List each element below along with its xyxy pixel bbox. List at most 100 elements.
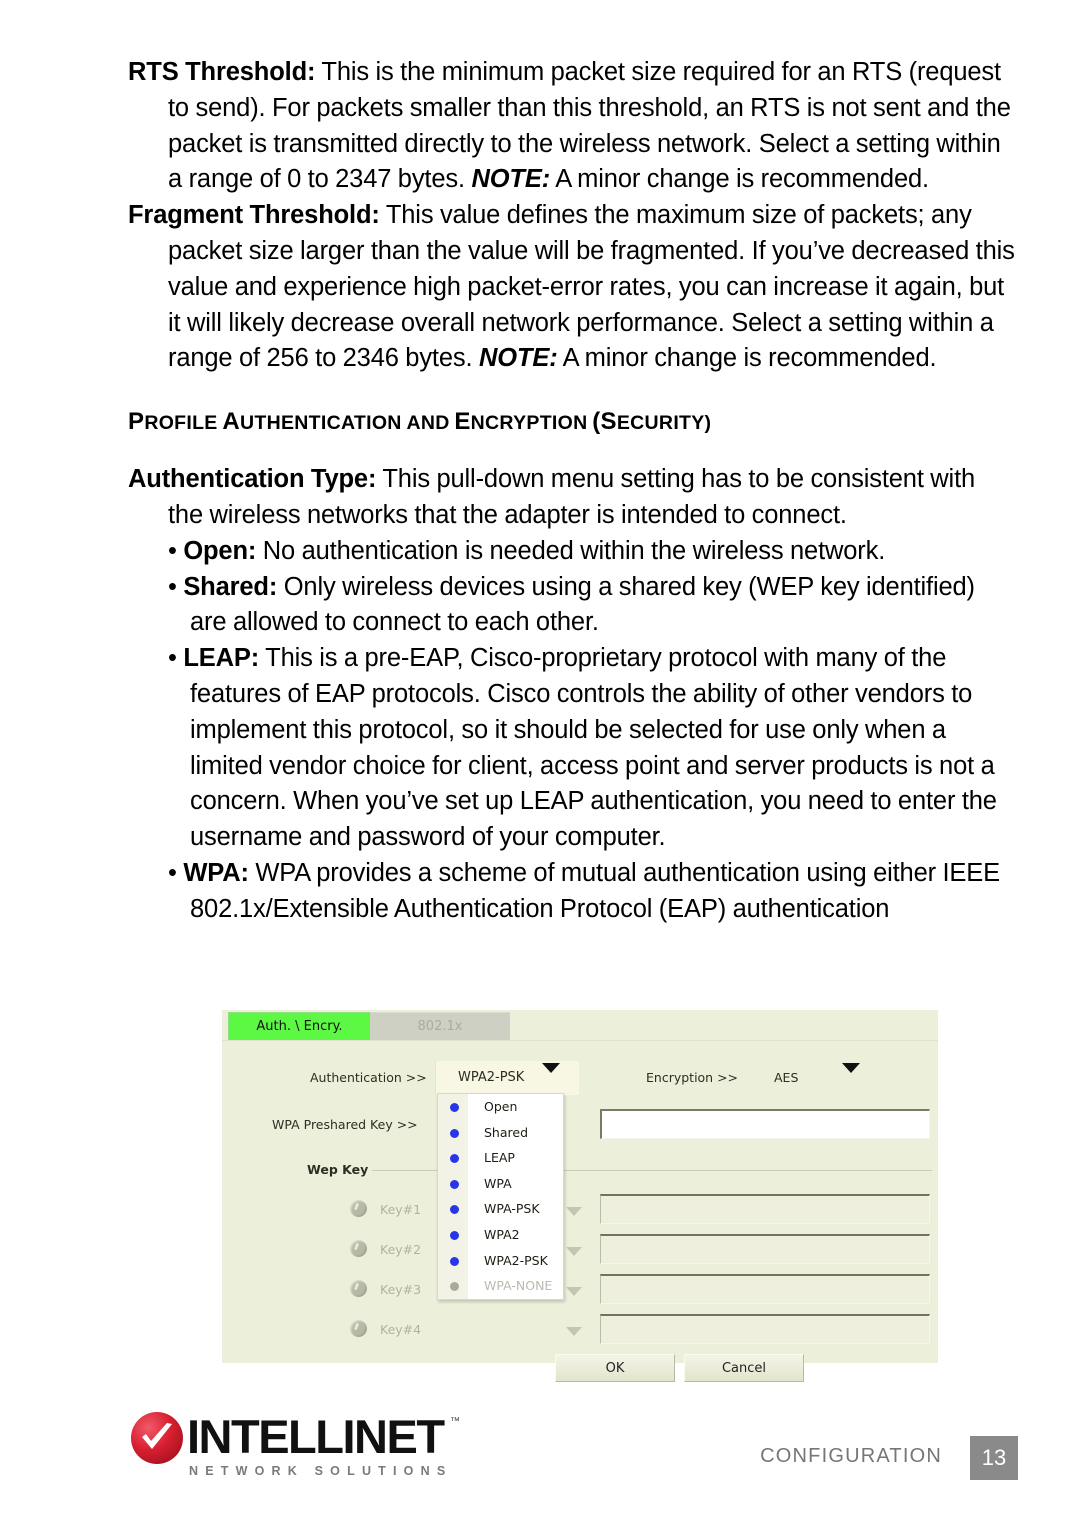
dropdown-option-label: WPA2-PSK [484, 1252, 548, 1268]
cancel-button[interactable]: Cancel [684, 1354, 804, 1382]
wep-key-radio-3[interactable] [350, 1280, 367, 1297]
dropdown-option-label: WPA-PSK [484, 1201, 540, 1217]
bullet-leap: • LEAP: This is a pre-EAP, Cisco-proprie… [128, 641, 1016, 856]
dropdown-option-label: WPA2 [484, 1226, 520, 1242]
bullet-dot-icon [450, 1205, 459, 1215]
term-fragment-threshold: Fragment Threshold: [128, 201, 380, 230]
logo-tagline: NETWORK SOLUTIONS [189, 1464, 453, 1478]
ok-button[interactable]: OK [555, 1354, 675, 1382]
tab-bar-filler [510, 1012, 938, 1040]
term-authentication-type: Authentication Type: [128, 465, 377, 494]
fragment-body-part-2: A minor change is recommended. [557, 344, 937, 373]
dropdown-option-shared[interactable]: Shared [438, 1120, 563, 1146]
rts-body-part-2: A minor change is recommended. [550, 165, 929, 194]
heading-rest-4: ECURITY) [616, 412, 712, 435]
wep-key-label-4: Key#4 [380, 1322, 422, 1337]
bullet-marker-shared: • [168, 572, 184, 601]
bullet-dot-icon [450, 1128, 459, 1138]
bullet-marker-open: • [168, 536, 184, 565]
bullet-marker-wpa: • [168, 858, 184, 887]
bullet-wpa: • WPA: WPA provides a scheme of mutual a… [128, 856, 1016, 928]
dropdown-option-label: WPA-NONE [484, 1278, 553, 1294]
wep-key-group-label: Wep Key [307, 1162, 369, 1177]
page-number-badge: 13 [970, 1436, 1018, 1480]
checkmark-icon [142, 1423, 172, 1449]
wep-key-label-1: Key#1 [380, 1202, 422, 1217]
wep-key-input-1[interactable] [600, 1194, 930, 1224]
tab-8021x[interactable]: 802.1x [370, 1012, 510, 1040]
wep-key-chevron-down-icon-3[interactable] [566, 1287, 582, 1296]
encryption-selected-value[interactable]: AES [774, 1070, 798, 1085]
encryption-chevron-down-icon[interactable] [842, 1063, 860, 1092]
heading-cap-0: P [128, 408, 145, 436]
wep-key-chevron-down-icon-2[interactable] [566, 1247, 582, 1256]
heading-rest-1: UTHENTICATION [240, 412, 402, 435]
heading-rest-0: ROFILE [144, 412, 218, 435]
dropdown-option-label: LEAP [484, 1150, 515, 1166]
wep-key-input-2[interactable] [600, 1234, 930, 1264]
wep-key-radio-2[interactable] [350, 1240, 367, 1257]
wpa-preshared-key-label: WPA Preshared Key >> [272, 1117, 418, 1132]
wep-key-radio-4[interactable] [350, 1320, 367, 1337]
tab-auth-encry[interactable]: Auth. \ Encry. [228, 1012, 370, 1040]
dropdown-option-wpa-psk[interactable]: WPA-PSK [438, 1196, 563, 1222]
encryption-label: Encryption >> [646, 1070, 739, 1085]
section-heading-profile-auth-encryption: PROFILE AUTHENTICATION AND ENCRYPTION (S… [128, 407, 1016, 440]
paragraph-rts-threshold: RTS Threshold: This is the minimum packe… [128, 55, 1016, 198]
dialog-tab-bar: Auth. \ Encry. 802.1x [222, 1010, 938, 1040]
fragment-note-label: NOTE: [478, 344, 558, 373]
bullet-term-shared: Shared: [183, 572, 278, 601]
bullet-body-shared: Only wireless devices using a shared key… [190, 572, 975, 637]
wep-key-input-4[interactable] [600, 1314, 930, 1344]
bullet-term-leap: LEAP: [183, 644, 260, 673]
bullet-dot-icon [450, 1179, 459, 1189]
authentication-dropdown-list[interactable]: Open Shared LEAP WPA WPA-PSK WPA2 WPA2-P… [437, 1093, 564, 1300]
dropdown-option-wpa2[interactable]: WPA2 [438, 1222, 563, 1248]
bullet-open: • Open: No authentication is needed with… [128, 534, 1016, 570]
bullet-dot-icon [450, 1256, 459, 1266]
wep-key-input-3[interactable] [600, 1274, 930, 1304]
logo-circle-icon [131, 1412, 183, 1464]
bullet-dot-icon [450, 1103, 459, 1112]
dropdown-option-wpa-none: WPA-NONE [438, 1273, 563, 1299]
rts-note-label: NOTE: [471, 165, 551, 194]
utility-security-dialog-screenshot: Auth. \ Encry. 802.1x Authentication >> … [222, 1010, 938, 1382]
wep-key-chevron-down-icon-1[interactable] [566, 1207, 582, 1216]
wpa-preshared-key-input[interactable] [600, 1109, 930, 1139]
paragraph-fragment-threshold: Fragment Threshold: This value defines t… [128, 198, 1016, 377]
dropdown-option-leap[interactable]: LEAP [438, 1145, 563, 1171]
dropdown-option-open[interactable]: Open [438, 1094, 563, 1120]
dropdown-option-wpa[interactable]: WPA [438, 1171, 563, 1197]
bullet-dot-icon [450, 1230, 459, 1240]
body-text-column: RTS Threshold: This is the minimum packe… [128, 55, 1016, 928]
intellinet-logo: INTELLINET ™ NETWORK SOLUTIONS [131, 1408, 471, 1488]
wep-key-label-2: Key#2 [380, 1242, 422, 1257]
dropdown-option-label: Open [484, 1099, 518, 1114]
logo-wordmark: INTELLINET [187, 1410, 445, 1463]
dropdown-option-label: WPA [484, 1175, 512, 1191]
dialog-panel-body: Authentication >> WPA2-PSK Encryption >>… [222, 1040, 938, 1382]
bullet-term-wpa: WPA: [183, 858, 249, 887]
logo-trademark-symbol: ™ [450, 1416, 460, 1427]
bullet-body-leap: This is a pre-EAP, Cisco-proprietary pro… [190, 644, 997, 852]
dropdown-option-wpa2-psk[interactable]: WPA2-PSK [438, 1248, 563, 1274]
bullet-shared: • Shared: Only wireless devices using a … [128, 570, 1016, 642]
heading-rest-3: NCRYPTION [470, 412, 588, 435]
authentication-combobox[interactable]: WPA2-PSK [435, 1061, 579, 1095]
bullet-body-open: No authentication is needed within the w… [256, 536, 886, 565]
bullet-term-open: Open: [183, 536, 257, 565]
term-rts-threshold: RTS Threshold: [128, 58, 316, 86]
footer-section-caption: CONFIGURATION [760, 1445, 942, 1467]
wep-key-radio-1[interactable] [350, 1200, 367, 1217]
heading-cap-4: (S [592, 408, 617, 436]
wep-key-chevron-down-icon-4[interactable] [566, 1327, 582, 1336]
chevron-down-icon [542, 1063, 560, 1092]
heading-cap-3: E [454, 408, 471, 436]
bullet-body-wpa: WPA provides a scheme of mutual authenti… [190, 858, 1001, 923]
authentication-label: Authentication >> [310, 1070, 427, 1085]
bullet-dot-icon [450, 1154, 459, 1164]
authentication-selected-value: WPA2-PSK [458, 1070, 525, 1085]
heading-rest-2: AND [406, 412, 450, 435]
bullet-dot-icon [450, 1282, 459, 1292]
manual-page: RTS Threshold: This is the minimum packe… [0, 0, 1080, 1522]
